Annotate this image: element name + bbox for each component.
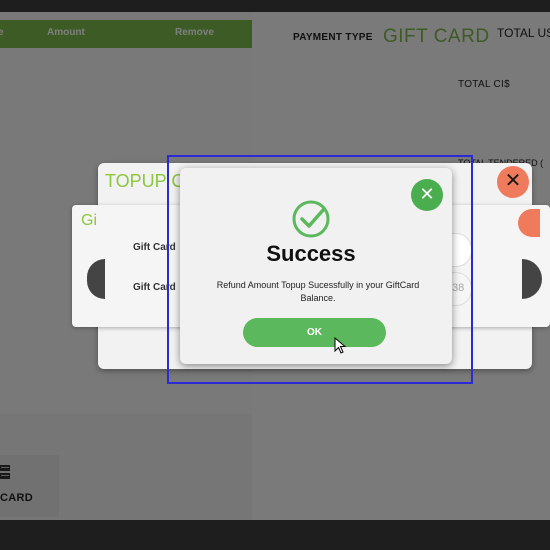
gift-card-form-title: Gi (81, 212, 97, 229)
focus-highlight (167, 155, 473, 384)
close-icon[interactable] (518, 209, 540, 237)
mouse-pointer-icon (334, 337, 347, 354)
close-icon[interactable]: ✕ (497, 166, 529, 198)
